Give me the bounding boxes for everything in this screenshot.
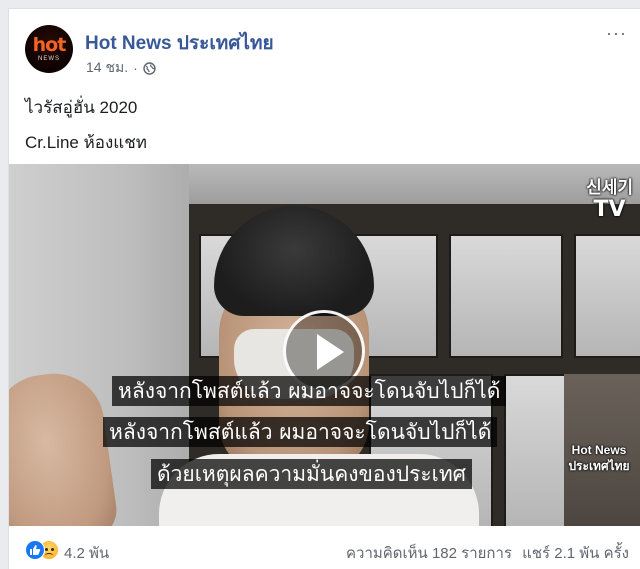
page-name-link[interactable]: Hot News ประเทศไทย xyxy=(85,28,274,58)
globe-icon xyxy=(143,61,156,75)
hot-news-watermark: Hot News ประเทศไทย xyxy=(565,442,633,474)
page-avatar[interactable]: hot NEWS xyxy=(25,25,73,73)
channel-logo: 신세기 TV xyxy=(586,178,633,222)
play-icon xyxy=(317,334,344,370)
meta-separator: · xyxy=(133,60,138,76)
video-frame-ceiling xyxy=(189,164,640,209)
post-meta: 14 ชม. · xyxy=(86,57,156,79)
hot-news-logo-subtext: NEWS xyxy=(38,56,60,62)
subtitle-line1: หลังจากโพสต์แล้ว ผมอาจจะโดนจับไปก็ได้ xyxy=(112,376,507,406)
video-player[interactable]: 신세기 TV หลังจากโพสต์แล้ว ผมอาจจะโดนจับไปก… xyxy=(9,164,640,526)
comments-count-link[interactable]: ความคิดเห็น 182 รายการ xyxy=(346,545,512,562)
channel-logo-line1: 신세기 xyxy=(586,178,633,198)
reaction-count[interactable]: 4.2 พัน xyxy=(64,541,109,565)
post-card: hot NEWS Hot News ประเทศไทย 14 ชม. · ···… xyxy=(8,8,640,569)
engagement-stats: ความคิดเห็น 182 รายการ แชร์ 2.1 พัน ครั้… xyxy=(340,541,629,565)
subtitle-line2: หลังจากโพสต์แล้ว ผมอาจจะโดนจับไปก็ได้ xyxy=(103,417,498,447)
more-options-icon[interactable]: ··· xyxy=(606,24,627,42)
post-text-line2: Cr.Line ห้องแชท xyxy=(25,133,148,152)
post-footer: 4.2 พัน ความคิดเห็น 182 รายการ แชร์ 2.1 … xyxy=(9,526,640,569)
channel-logo-line2: TV xyxy=(593,197,626,222)
like-icon[interactable] xyxy=(25,540,45,560)
watermark-line1: Hot News xyxy=(571,443,627,457)
shares-count-link[interactable]: แชร์ 2.1 พัน ครั้ง xyxy=(522,545,629,562)
post-text-line1: ไวรัสอู่ฮั่น 2020 xyxy=(25,98,138,117)
post-timestamp[interactable]: 14 ชม. xyxy=(86,57,128,79)
watermark-line2: ประเทศไทย xyxy=(568,459,630,473)
hot-news-logo: hot xyxy=(32,34,67,56)
subtitle-line3: ด้วยเหตุผลความมั่นคงของประเทศ xyxy=(151,459,473,489)
